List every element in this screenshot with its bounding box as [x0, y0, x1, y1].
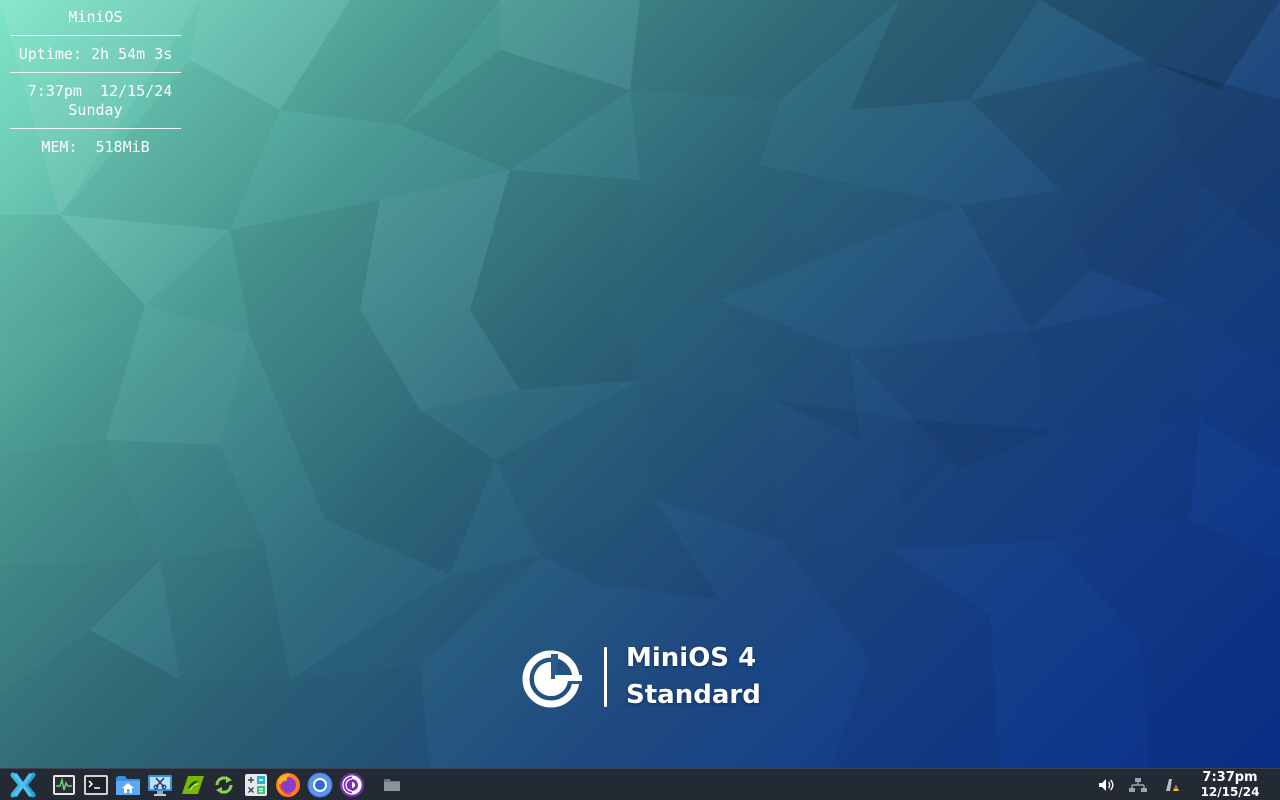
- sysinfo-memory: MEM: 518MiB: [41, 138, 150, 156]
- chromium-icon: [307, 772, 333, 798]
- update-notifier-tray-button[interactable]: [1158, 771, 1186, 799]
- file-manager-home-icon: [116, 776, 140, 795]
- folder-icon: [384, 779, 400, 791]
- home-folder-launcher[interactable]: [114, 771, 142, 799]
- sysinfo-divider: [10, 72, 181, 73]
- minios-logo-icon: [522, 650, 582, 708]
- minios-branding: MiniOS 4 Standard: [522, 640, 761, 714]
- brand-edition: Standard: [626, 680, 761, 710]
- start-menu-button[interactable]: [9, 771, 37, 799]
- task-manager-launcher[interactable]: [50, 771, 78, 799]
- xfce-x-icon: [10, 772, 36, 798]
- tor-browser-launcher[interactable]: [338, 771, 366, 799]
- taskbar: 7:37pm 12/15/24: [0, 768, 1280, 800]
- volume-icon: [1099, 779, 1114, 791]
- brand-title: MiniOS 4: [626, 643, 757, 673]
- task-manager-icon: [53, 775, 75, 795]
- brand-text: MiniOS 4 Standard: [626, 640, 761, 714]
- clock-date: 12/15/24: [1200, 785, 1260, 799]
- brand-divider: [604, 647, 607, 707]
- sysinfo-title: MiniOS: [68, 8, 123, 26]
- terminal-launcher[interactable]: [82, 771, 110, 799]
- clock-time: 7:37pm: [1202, 770, 1258, 785]
- desktop[interactable]: MiniOS Uptime: 2h 54m 3s 7:37pm 12/15/24…: [0, 0, 1280, 768]
- taskbar-clock[interactable]: 7:37pm 12/15/24: [1198, 770, 1262, 800]
- calculator-icon: [245, 774, 267, 796]
- volume-tray-button[interactable]: [1092, 771, 1120, 799]
- calculator-launcher[interactable]: [242, 771, 270, 799]
- network-icon: [1129, 778, 1147, 792]
- screenshot-icon: [148, 775, 172, 796]
- firefox-launcher[interactable]: [274, 771, 302, 799]
- folder-window-button[interactable]: [378, 771, 406, 799]
- terminal-icon: [84, 775, 108, 795]
- system-info-widget: MiniOS Uptime: 2h 54m 3s 7:37pm 12/15/24…: [10, 8, 181, 157]
- refresh-icon: [215, 776, 233, 794]
- sysinfo-uptime: Uptime: 2h 54m 3s: [18, 45, 173, 63]
- network-tray-button[interactable]: [1124, 771, 1152, 799]
- sysinfo-datetime: 7:37pm 12/15/24: [18, 82, 173, 100]
- update-notifier-icon: [1166, 779, 1179, 791]
- sysinfo-divider: [10, 128, 181, 129]
- nvidia-icon: [182, 776, 204, 794]
- tor-browser-icon: [340, 773, 364, 797]
- chromium-launcher[interactable]: [306, 771, 334, 799]
- nvidia-settings-launcher[interactable]: [178, 771, 206, 799]
- sysinfo-divider: [10, 35, 181, 36]
- update-launcher[interactable]: [210, 771, 238, 799]
- screenshot-launcher[interactable]: [146, 771, 174, 799]
- firefox-icon: [276, 773, 300, 797]
- sysinfo-weekday: Sunday: [68, 101, 123, 119]
